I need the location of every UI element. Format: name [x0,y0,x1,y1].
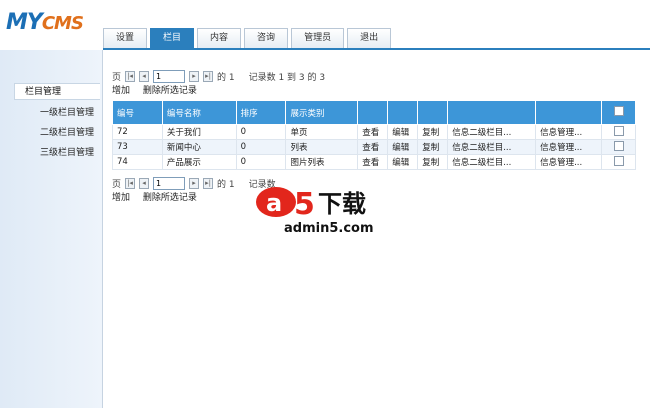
table-row: 72 关于我们 0 单页 查看 编辑 复制 信息二级栏目... 信息管理... [112,124,636,140]
cell-order: 0 [235,124,287,140]
cell-name: 新闻中心 [161,139,237,155]
watermark-url: admin5.com [284,221,374,236]
cell-id: 72 [112,124,163,140]
row-checkbox[interactable] [613,140,624,151]
info-manage-link[interactable]: 信息管理... [535,124,602,140]
secondary-column-link[interactable]: 信息二级栏目... [447,124,537,140]
info-manage-link[interactable]: 信息管理... [535,139,602,155]
last-page-icon[interactable]: ▸| [203,70,214,82]
table-header-row: 编号 编号名称 排序 展示类别 [112,100,636,125]
page-total: 的 1 [217,72,235,83]
top-actions: 增加 删除所选记录 [112,85,636,97]
cell-type: 单页 [285,124,359,140]
view-link[interactable]: 查看 [357,124,389,140]
records-count: 记录数 1 到 3 的 3 [248,72,326,83]
copy-link[interactable]: 复制 [417,139,449,155]
row-checkbox[interactable] [613,155,624,166]
pager-prefix: 页 [112,72,122,83]
page-number-input[interactable] [153,69,186,83]
last-page-icon[interactable]: ▸| [203,177,214,189]
table-row: 74 产品展示 0 图片列表 查看 编辑 复制 信息二级栏目... 信息管理..… [112,154,636,170]
watermark-5: 5 [294,187,315,222]
secondary-column-link[interactable]: 信息二级栏目... [447,139,537,155]
tab-admin[interactable]: 管理员 [291,28,345,48]
sidebar-item-level3[interactable]: 三级栏目管理 [40,145,94,158]
cell-id: 73 [112,139,163,155]
column-table: 编号 编号名称 排序 展示类别 72 关于我们 0 单页 查看 编辑 复制 信息… [112,100,636,170]
cell-type: 列表 [285,139,359,155]
add-link[interactable]: 增加 [112,193,130,203]
cell-order: 0 [235,154,287,170]
sidebar-item-level2[interactable]: 二级栏目管理 [40,125,94,138]
tab-inquiry[interactable]: 咨询 [244,28,289,48]
edit-link[interactable]: 编辑 [387,124,419,140]
delete-selected-link[interactable]: 删除所选记录 [143,86,197,96]
view-link[interactable]: 查看 [357,154,389,170]
cell-name: 产品展示 [161,154,237,170]
row-checkbox-cell [601,124,636,140]
sidebar-header[interactable]: 栏目管理 [14,83,100,100]
prev-page-icon[interactable]: ◂ [139,70,150,82]
a5-watermark: a 5 下载 admin5.com [256,187,374,236]
header-name[interactable]: 编号名称 [161,100,237,125]
edit-link[interactable]: 编辑 [387,154,419,170]
tab-content[interactable]: 内容 [197,28,242,48]
copy-link[interactable]: 复制 [417,154,449,170]
cell-type: 图片列表 [285,154,359,170]
watermark-a: a [266,189,282,217]
row-checkbox-cell [601,154,636,170]
cell-id: 74 [112,154,163,170]
view-link[interactable]: 查看 [357,139,389,155]
add-link[interactable]: 增加 [112,86,130,96]
sidebar-item-level1[interactable]: 一级栏目管理 [40,105,94,118]
header-blank-2 [387,100,419,125]
cell-name: 关于我们 [161,124,237,140]
header-blank-1 [357,100,389,125]
logo-cms: CMS [41,13,84,34]
table-row: 73 新闻中心 0 列表 查看 编辑 复制 信息二级栏目... 信息管理... [112,139,636,155]
pager-prefix: 页 [112,179,122,190]
tab-underline [103,48,650,50]
header-order[interactable]: 排序 [235,100,287,125]
next-page-icon[interactable]: ▸ [189,177,200,189]
next-page-icon[interactable]: ▸ [189,70,200,82]
header-blank-3 [417,100,449,125]
row-checkbox[interactable] [613,125,624,136]
logo-my: MY [6,10,43,35]
first-page-icon[interactable]: |◂ [125,70,136,82]
page-number-input[interactable] [153,176,186,190]
select-all-checkbox-cell [601,100,636,125]
header-id[interactable]: 编号 [112,100,163,125]
row-checkbox-cell [601,139,636,155]
select-all-checkbox[interactable] [613,106,624,116]
top-pager: 页 |◂ ◂ ▸ ▸| 的 1 记录数 1 到 3 的 3 [112,67,636,85]
info-manage-link[interactable]: 信息管理... [535,154,602,170]
header-blank-5 [535,100,602,125]
edit-link[interactable]: 编辑 [387,139,419,155]
app-logo: MYCMS [6,10,84,35]
sidebar: 栏目管理 一级栏目管理 二级栏目管理 三级栏目管理 [0,50,103,408]
watermark-cn: 下载 [318,190,366,218]
copy-link[interactable]: 复制 [417,124,449,140]
top-tab-bar: 设置 栏目 内容 咨询 管理员 退出 [103,28,394,48]
header-blank-4 [447,100,537,125]
tab-logout[interactable]: 退出 [347,28,392,48]
header-display-type[interactable]: 展示类别 [285,100,359,125]
page-total: 的 1 [217,179,235,190]
secondary-column-link[interactable]: 信息二级栏目... [447,154,537,170]
delete-selected-link[interactable]: 删除所选记录 [143,193,197,203]
prev-page-icon[interactable]: ◂ [139,177,150,189]
cell-order: 0 [235,139,287,155]
first-page-icon[interactable]: |◂ [125,177,136,189]
tab-columns[interactable]: 栏目 [150,28,195,48]
tab-settings[interactable]: 设置 [103,28,148,48]
